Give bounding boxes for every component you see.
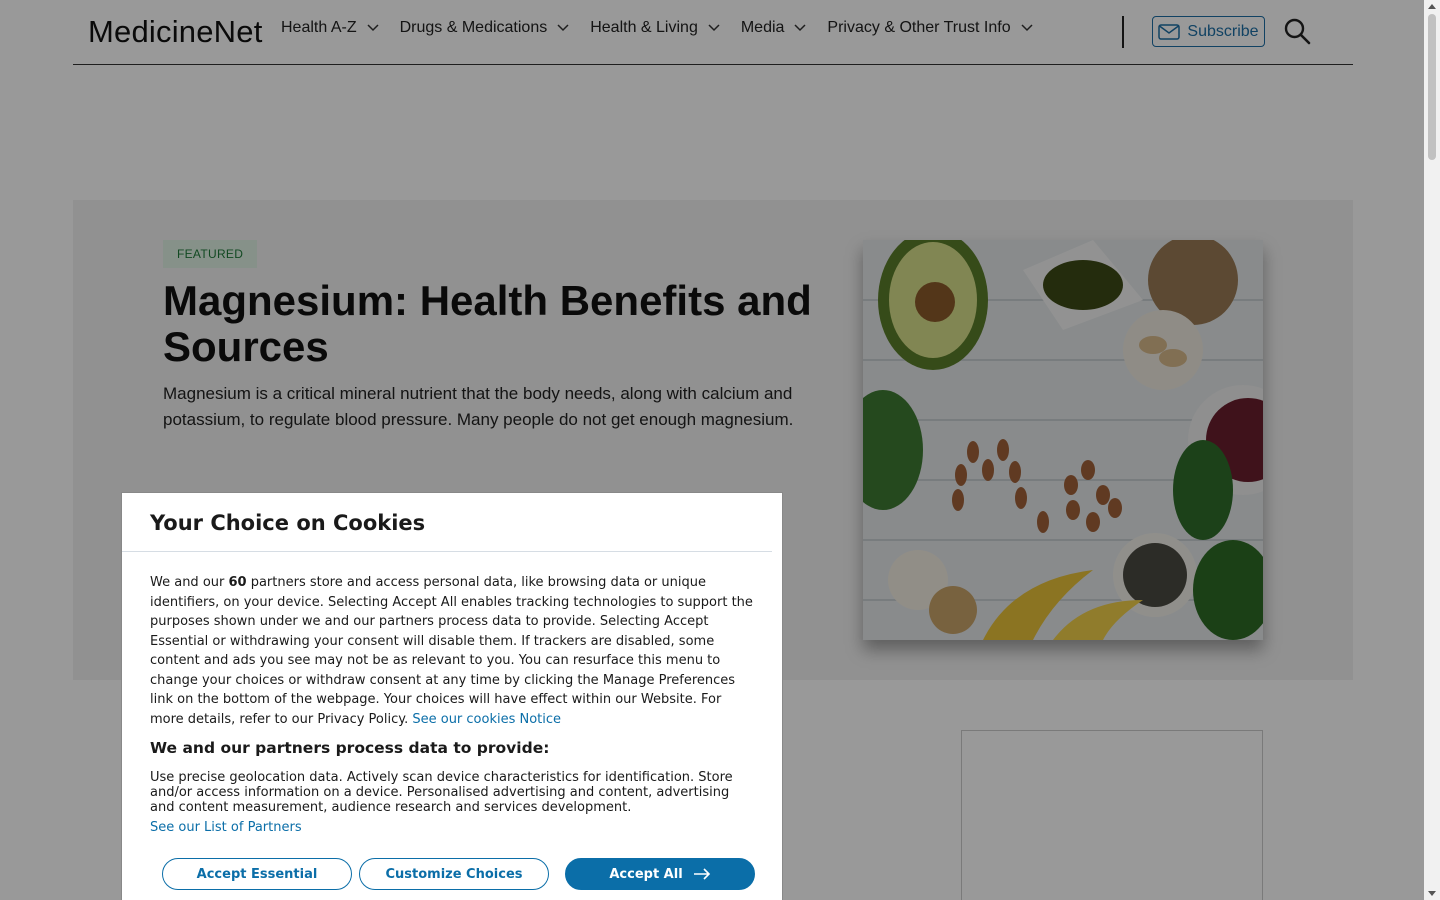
cookie-dialog-title: Your Choice on Cookies [150, 511, 426, 535]
customize-choices-label: Customize Choices [385, 866, 523, 882]
cookie-consent-dialog: Your Choice on Cookies We and our 60 par… [121, 492, 783, 900]
cookies-notice-link[interactable]: See our cookies Notice [412, 712, 561, 727]
accept-essential-label: Accept Essential [196, 866, 318, 882]
cookie-intro-pre: We and our [150, 575, 229, 590]
arrow-right-icon [693, 868, 710, 880]
partner-count: 60 [228, 575, 247, 590]
page-scrollbar[interactable] [1424, 0, 1440, 900]
accept-essential-button[interactable]: Accept Essential [162, 858, 352, 890]
accept-all-label: Accept All [609, 866, 683, 882]
accept-all-button[interactable]: Accept All [565, 858, 755, 890]
scroll-down-arrow-icon[interactable] [1428, 891, 1436, 896]
partners-list-link[interactable]: See our List of Partners [150, 820, 302, 835]
scrollbar-thumb[interactable] [1428, 14, 1436, 160]
customize-choices-button[interactable]: Customize Choices [359, 858, 549, 890]
cookie-description: We and our 60 partners store and access … [150, 573, 755, 729]
cookie-intro-post: partners store and access personal data,… [150, 575, 753, 727]
purposes-heading: We and our partners process data to prov… [150, 739, 550, 757]
cookie-title-separator [122, 551, 772, 552]
scroll-up-arrow-icon[interactable] [1428, 4, 1436, 9]
purposes-text: Use precise geolocation data. Actively s… [150, 770, 733, 815]
